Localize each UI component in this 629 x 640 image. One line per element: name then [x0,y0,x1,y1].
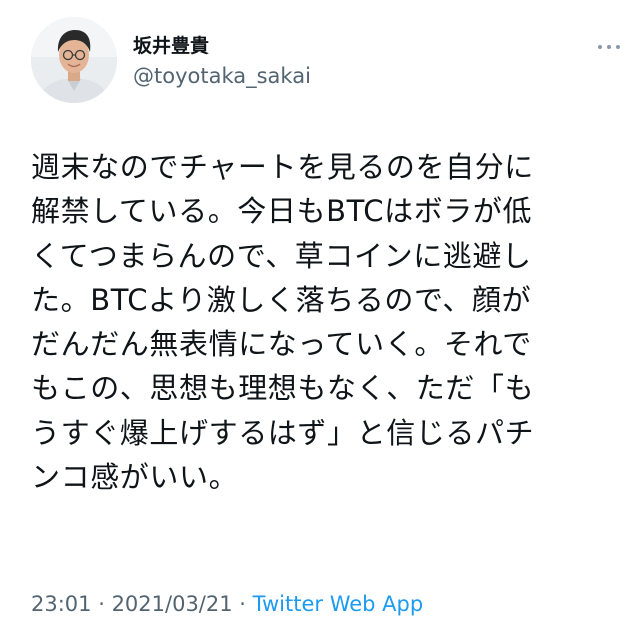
more-dot [616,45,620,49]
tweet-text-line: くてつまらんので、草コインに逃避し [31,238,532,273]
tweet-text-line: 解禁している。今日もBTCはボラが低 [31,194,533,229]
tweet-text: 週末なのでチャートを見るのを自分に 解禁している。今日もBTCはボラが低 くてつ… [31,145,621,499]
tweet-text-line: ンコ感がいい。 [31,460,239,495]
tweet-text-line: だんだん無表情になっていく。それで [31,327,532,362]
tweet-text-line: うすぐ爆上げするはず」と信じるパチ [31,415,535,450]
tweet-card: 坂井豊貴 @toyotaka_sakai 週末なのでチャートを見るのを自分に 解… [0,0,629,640]
profile-photo [31,17,117,103]
more-horizontal-icon[interactable] [594,40,624,54]
tweet-text-line: もこの、思想も理想もなく、ただ「も [31,371,535,406]
avatar[interactable] [31,17,117,103]
display-name[interactable]: 坂井豊貴 [133,34,209,58]
more-dot [607,45,611,49]
tweet-text-line: 週末なのでチャートを見るのを自分に [31,150,534,184]
meta-separator: · [91,592,112,616]
tweet-time[interactable]: 23:01 [31,592,92,616]
tweet-meta: 23:01 · 2021/03/21 · Twitter Web App [31,590,423,618]
meta-separator: · [232,592,253,616]
tweet-source-link[interactable]: Twitter Web App [253,592,424,616]
tweet-text-line: た。BTCより激しく落ちるので、顔が [31,282,532,317]
more-dot [598,45,602,49]
handle[interactable]: @toyotaka_sakai [133,63,311,89]
tweet-date[interactable]: 2021/03/21 [112,592,233,616]
